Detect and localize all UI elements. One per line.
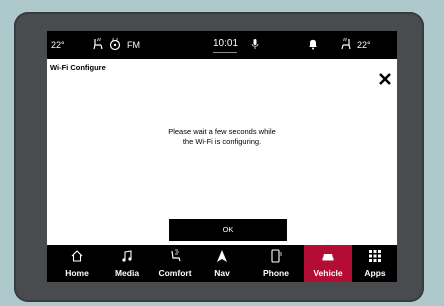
nav-home-label: Home (65, 268, 89, 278)
close-icon[interactable] (377, 71, 393, 87)
bell-icon[interactable] (307, 37, 319, 53)
message-line-2: the Wi-Fi is configuring. (182, 137, 262, 146)
close-button[interactable] (377, 71, 393, 87)
status-bar: 22° FM 10:01 22° (47, 31, 397, 59)
nav-vehicle[interactable]: Vehicle (304, 245, 352, 282)
infotainment-screen: 22° FM 10:01 22° Wi-Fi Configure Please … (47, 31, 397, 282)
home-icon (71, 250, 83, 262)
nav-nav-label: Nav (214, 268, 230, 278)
nav-comfort-label: Comfort (158, 268, 192, 278)
nav-apps[interactable]: Apps (351, 245, 397, 282)
radio-band[interactable]: FM (127, 40, 140, 50)
dialog-message: Please wait a few seconds while the Wi-F… (47, 127, 397, 147)
nav-vehicle-label: Vehicle (313, 268, 343, 278)
seat-heat-icon[interactable] (339, 37, 353, 53)
navigation-arrow-icon (217, 250, 227, 262)
nav-media[interactable]: Media (103, 245, 151, 282)
ok-button[interactable]: OK (169, 219, 287, 241)
nav-media-label: Media (114, 268, 140, 278)
steering-wheel-heat-icon[interactable] (108, 37, 122, 53)
left-temperature[interactable]: 22° (51, 40, 65, 50)
nav-phone-label: Phone (263, 268, 289, 278)
comfort-seat-icon (171, 249, 181, 262)
nav-phone[interactable]: Phone (252, 245, 300, 282)
page: 22° FM 10:01 22° Wi-Fi Configure Please … (0, 0, 444, 306)
clock-underline (213, 52, 237, 53)
microphone-icon[interactable] (250, 37, 260, 53)
clock: 10:01 (213, 38, 239, 49)
right-temperature[interactable]: 22° (357, 40, 371, 50)
apps-grid-icon (369, 250, 381, 262)
nav-apps-label: Apps (364, 268, 386, 278)
dialog-title: Wi-Fi Configure (50, 63, 106, 72)
car-icon (322, 254, 334, 261)
nav-comfort[interactable]: Comfort (151, 245, 199, 282)
bottom-nav: Home Media Comfort Nav Phone Vehicle App… (47, 245, 397, 282)
dialog-titlebar: Wi-Fi Configure (47, 59, 397, 75)
heated-seat-icon[interactable] (91, 37, 105, 53)
music-note-icon (122, 250, 132, 262)
nav-home[interactable]: Home (53, 245, 101, 282)
message-line-1: Please wait a few seconds while (168, 127, 276, 136)
nav-nav[interactable]: Nav (198, 245, 246, 282)
phone-icon (271, 249, 282, 263)
